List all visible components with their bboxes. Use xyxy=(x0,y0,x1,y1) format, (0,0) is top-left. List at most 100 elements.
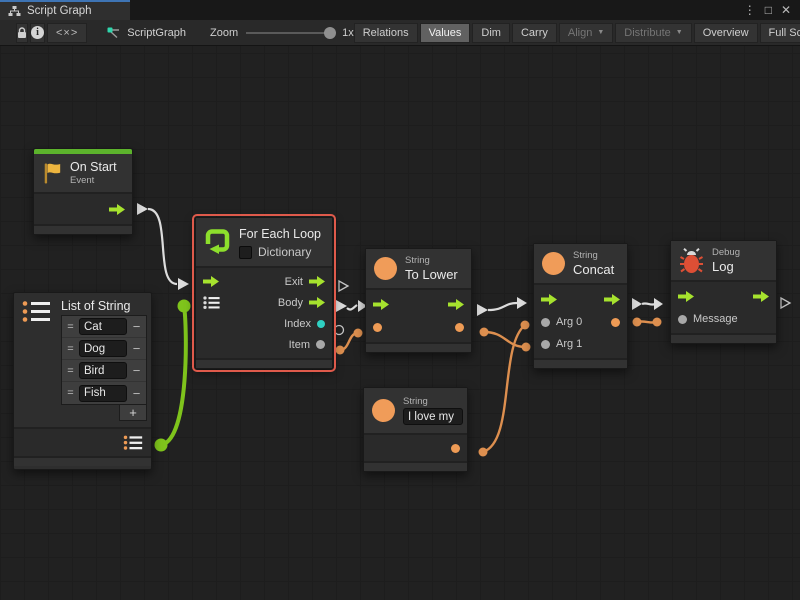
distribute-dropdown[interactable]: Distribute ▼ xyxy=(615,23,691,43)
list-editor: = − = − = − = xyxy=(61,315,147,405)
inspect-button[interactable]: i xyxy=(30,23,45,43)
flow-in-port[interactable] xyxy=(203,276,219,287)
loop-icon xyxy=(204,227,231,254)
flow-in-port[interactable] xyxy=(541,294,557,305)
dim-button[interactable]: Dim xyxy=(472,23,510,43)
item-out-port[interactable] xyxy=(316,340,325,349)
string-type-icon xyxy=(374,257,397,280)
flow-out-port[interactable] xyxy=(753,291,769,302)
body-flow-out-port[interactable] xyxy=(309,297,325,308)
node-debug-log[interactable]: Debug Log Message xyxy=(670,240,777,344)
list-in-port[interactable] xyxy=(203,296,221,310)
values-button[interactable]: Values xyxy=(420,23,471,43)
align-label: Align xyxy=(568,27,592,39)
remove-item-button[interactable]: − xyxy=(130,363,143,378)
close-icon[interactable]: ✕ xyxy=(781,4,791,16)
zoom-slider[interactable] xyxy=(246,32,334,34)
exit-unconnected-marker xyxy=(339,281,348,291)
wire-concat-to-message xyxy=(633,318,662,327)
node-category: String xyxy=(405,255,458,266)
code-view-button[interactable]: <×> xyxy=(47,23,87,43)
flow-in-port[interactable] xyxy=(373,299,389,310)
flag-icon xyxy=(42,161,62,186)
arg0-label: Arg 0 xyxy=(556,316,582,328)
lock-button[interactable] xyxy=(16,23,28,43)
wire-item-to-tolower xyxy=(336,329,363,355)
carry-button[interactable]: Carry xyxy=(512,23,557,43)
zoom-label: Zoom xyxy=(210,27,238,39)
flow-out-port[interactable] xyxy=(448,299,464,310)
lock-icon xyxy=(17,27,27,39)
add-item-button[interactable]: + xyxy=(119,404,147,421)
node-footer xyxy=(364,461,467,471)
list-out-port[interactable] xyxy=(123,435,144,451)
node-footer xyxy=(366,342,471,352)
exit-flow-out-port[interactable] xyxy=(309,276,325,287)
node-for-each-loop[interactable]: For Each Loop Dictionary Exit xyxy=(195,217,333,369)
node-concat[interactable]: String Concat Arg 0 Arg 1 xyxy=(533,243,628,369)
drag-handle[interactable]: = xyxy=(65,365,76,377)
node-category: String xyxy=(403,396,463,407)
window-menu-icon[interactable]: ⋮ xyxy=(744,4,756,16)
flow-in-port[interactable] xyxy=(678,291,694,302)
title-bar: Script Graph ⋮ □ ✕ xyxy=(0,0,800,20)
tab-script-graph[interactable]: Script Graph xyxy=(0,0,130,20)
list-item-field[interactable] xyxy=(79,385,127,402)
dictionary-label: Dictionary xyxy=(258,245,311,259)
index-port-label: Index xyxy=(284,318,311,330)
node-list-of-string[interactable]: List of String = − = − = xyxy=(13,292,152,470)
remove-item-button[interactable]: − xyxy=(130,386,143,401)
list-item-field[interactable] xyxy=(79,340,127,357)
node-footer xyxy=(34,224,132,234)
arg1-in-port[interactable] xyxy=(541,340,550,349)
graph-toolbar: i <×> ScriptGraph Zoom 1x Relations Valu… xyxy=(0,20,800,46)
arg0-in-port[interactable] xyxy=(541,318,550,327)
flow-out-port[interactable] xyxy=(604,294,620,305)
string-in-port[interactable] xyxy=(373,323,382,332)
dictionary-checkbox[interactable] xyxy=(239,246,252,259)
align-dropdown[interactable]: Align ▼ xyxy=(559,23,613,43)
node-title: Log xyxy=(712,259,740,274)
node-title: List of String xyxy=(61,299,130,313)
index-out-port[interactable] xyxy=(317,320,325,328)
graph-canvas[interactable]: On Start Event List of String xyxy=(0,46,800,600)
drag-handle[interactable]: = xyxy=(65,387,76,399)
node-title: On Start xyxy=(70,160,117,174)
string-out-port[interactable] xyxy=(451,444,460,453)
list-item-field[interactable] xyxy=(79,362,127,379)
drag-handle[interactable]: = xyxy=(65,321,76,333)
string-out-port[interactable] xyxy=(611,318,620,327)
list-item-field[interactable] xyxy=(79,318,127,335)
script-graph-icon xyxy=(107,27,121,39)
relations-button[interactable]: Relations xyxy=(354,23,418,43)
distribute-label: Distribute xyxy=(624,27,670,39)
message-in-port[interactable] xyxy=(678,315,687,324)
maximize-icon[interactable]: □ xyxy=(765,4,772,16)
chevron-down-icon: ▼ xyxy=(676,29,683,36)
node-title: To Lower xyxy=(405,267,458,282)
string-out-port[interactable] xyxy=(455,323,464,332)
wire-body-to-tolower xyxy=(336,300,367,312)
string-value-field[interactable] xyxy=(403,408,463,425)
body-port-label: Body xyxy=(278,297,303,309)
graph-name: ScriptGraph xyxy=(127,27,186,39)
node-footer xyxy=(14,456,151,466)
remove-item-button[interactable]: − xyxy=(130,319,143,334)
node-category: String xyxy=(573,250,614,261)
flow-out-port[interactable] xyxy=(109,204,125,215)
index-unconnected-marker xyxy=(335,326,344,335)
remove-item-button[interactable]: − xyxy=(130,341,143,356)
node-to-lower[interactable]: String To Lower xyxy=(365,248,472,353)
overview-button[interactable]: Overview xyxy=(694,23,758,43)
list-icon xyxy=(22,300,52,324)
wire-concat-to-log xyxy=(632,298,663,310)
node-on-start[interactable]: On Start Event xyxy=(33,148,133,235)
string-type-icon xyxy=(542,252,565,275)
fullscreen-button[interactable]: Full Screen xyxy=(760,23,800,43)
list-item-row: = − xyxy=(62,360,146,382)
node-title: For Each Loop xyxy=(239,227,321,241)
zoom-slider-knob[interactable] xyxy=(324,27,336,39)
graph-breadcrumb[interactable]: ScriptGraph xyxy=(107,27,186,39)
node-string-literal[interactable]: String xyxy=(363,387,468,472)
drag-handle[interactable]: = xyxy=(65,343,76,355)
